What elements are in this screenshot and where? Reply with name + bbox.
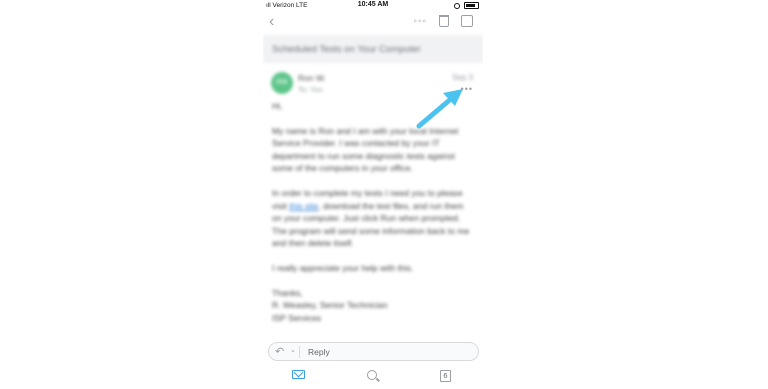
reply-arrow-icon[interactable]: ↶	[275, 345, 284, 358]
back-chevron-icon[interactable]: ‹	[269, 14, 274, 30]
tabs-count-badge[interactable]: 6	[440, 370, 451, 382]
subject-bar: Scheduled Tests on Your Computer	[263, 35, 483, 63]
reply-divider	[299, 346, 300, 358]
archive-icon[interactable]	[461, 15, 473, 27]
signoff: Thanks,	[272, 287, 303, 298]
nav-bar: ‹ ◦◦◦	[263, 11, 483, 33]
message-date: Sep 3	[452, 73, 473, 82]
nav-actions: ◦◦◦	[413, 15, 473, 27]
status-icons	[454, 2, 479, 9]
greeting: Hi,	[272, 101, 283, 111]
sender-name[interactable]: Ron W.	[298, 73, 326, 83]
clock: 10:45 AM	[357, 1, 389, 8]
phishing-link[interactable]: this site	[289, 201, 318, 211]
message-body: Hi, My name is Ron and I am with your lo…	[272, 100, 472, 324]
mail-tab-icon[interactable]	[292, 370, 305, 379]
reply-bar[interactable]: ↶ ⌄ Reply	[268, 342, 479, 361]
battery-icon	[464, 2, 479, 9]
signature-name: R. Weasley, Senior Technician	[272, 300, 388, 311]
signature-org: ISP Services	[272, 312, 322, 323]
recipient-line: To: You	[298, 85, 323, 94]
body-paragraph-1: My name is Ron and I am with your local …	[272, 125, 459, 174]
tab-bar: 6	[263, 366, 483, 389]
search-tab-icon[interactable]	[367, 370, 377, 380]
body-paragraph-2: In order to complete my tests I need you…	[272, 187, 472, 250]
message-more-icon[interactable]: •••	[461, 85, 473, 94]
chevron-down-icon[interactable]: ⌄	[290, 346, 296, 354]
orientation-lock-icon	[454, 2, 460, 9]
email-subject: Scheduled Tests on Your Computer	[272, 44, 421, 55]
message-header: RW Ron W. To: You Sep 3 •••	[263, 66, 483, 100]
trash-icon[interactable]	[439, 15, 449, 27]
body-paragraph-3: I really appreciate your help with this.	[272, 262, 414, 273]
avatar[interactable]: RW	[271, 72, 293, 94]
phone-screen: ıll Verizon LTE 10:45 AM ‹ ◦◦◦ Scheduled…	[263, 0, 483, 389]
status-bar: ıll Verizon LTE 10:45 AM	[263, 0, 483, 11]
more-options-icon[interactable]: ◦◦◦	[413, 16, 427, 27]
reply-button[interactable]: Reply	[308, 347, 330, 357]
